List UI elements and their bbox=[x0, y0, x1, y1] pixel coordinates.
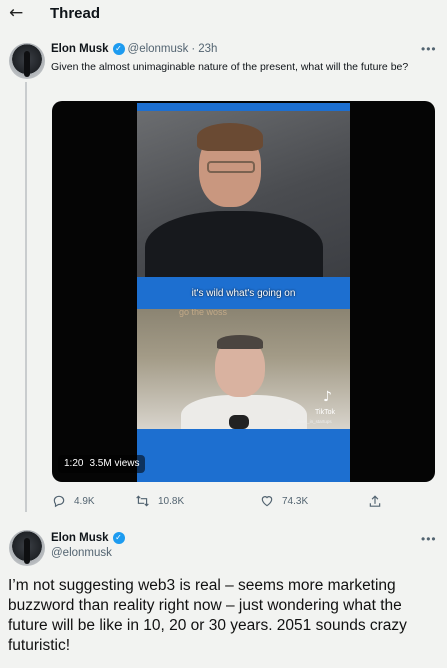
tweet-text: I’m not suggesting web3 is real – seems … bbox=[8, 577, 407, 654]
tiktok-label: TikTok bbox=[315, 409, 335, 416]
retweet-icon bbox=[136, 495, 149, 507]
tweet-time[interactable]: 23h bbox=[198, 42, 217, 56]
video-caption: it's wild what's going on bbox=[191, 287, 296, 299]
video-views: 3.5M views bbox=[89, 458, 140, 469]
reply-icon bbox=[53, 495, 65, 508]
author-handle-row: @elonmusk bbox=[51, 546, 112, 560]
person-top-body bbox=[145, 211, 323, 277]
verified-badge-icon: ✓ bbox=[112, 532, 125, 544]
share-button[interactable] bbox=[368, 494, 390, 509]
person-top-hair bbox=[197, 123, 263, 151]
person-top-glasses bbox=[207, 161, 255, 173]
faded-caption: go the woss bbox=[179, 309, 228, 317]
page-title: Thread bbox=[50, 5, 101, 22]
like-icon bbox=[261, 496, 273, 507]
avatar[interactable] bbox=[9, 530, 45, 566]
more-options-icon[interactable]: ••• bbox=[421, 43, 437, 55]
tweet-author-row: Elon Musk ✓ @elonmusk · 23h bbox=[51, 42, 217, 56]
video-duration-views: 1:20 3.5M views bbox=[58, 455, 146, 473]
reply-button[interactable]: 4.9K bbox=[52, 494, 95, 508]
thread-header: ← Thread bbox=[0, 0, 447, 30]
retweet-button[interactable]: 10.8K bbox=[135, 494, 184, 508]
video-bottom-scene: go the woss ♪ TikTok @__week_in_startups bbox=[137, 309, 350, 429]
back-arrow-icon[interactable]: ← bbox=[9, 3, 23, 23]
author-handle[interactable]: @elonmusk bbox=[51, 546, 112, 560]
share-icon bbox=[369, 495, 381, 507]
author-name[interactable]: Elon Musk bbox=[51, 531, 109, 545]
video-top-scene bbox=[137, 111, 350, 277]
tweet-action-bar: 4.9K 10.8K 74.3K bbox=[50, 494, 440, 512]
video-player[interactable]: it's wild what's going on go the woss ♪ … bbox=[52, 101, 435, 482]
like-button[interactable]: 74.3K bbox=[260, 494, 308, 508]
like-count: 74.3K bbox=[282, 495, 309, 507]
tiktok-logo-icon: ♪ bbox=[323, 389, 332, 405]
separator: · bbox=[191, 43, 196, 55]
more-options-icon[interactable]: ••• bbox=[421, 533, 437, 545]
video-duration: 1:20 bbox=[64, 458, 84, 469]
tweet-author-row: Elon Musk ✓ bbox=[51, 531, 128, 545]
tiktok-handle: @__week_in_startups bbox=[287, 419, 332, 424]
microphone bbox=[229, 415, 249, 429]
reply-count: 4.9K bbox=[74, 495, 95, 507]
person-bottom-hair bbox=[217, 335, 263, 349]
author-handle[interactable]: @elonmusk bbox=[128, 42, 189, 56]
avatar[interactable] bbox=[9, 43, 45, 79]
verified-badge-icon: ✓ bbox=[112, 43, 125, 55]
tweet-text: Given the almost unimaginable nature of … bbox=[51, 61, 409, 73]
author-name[interactable]: Elon Musk bbox=[51, 42, 109, 56]
retweet-count: 10.8K bbox=[158, 495, 185, 507]
thread-connector-line bbox=[25, 82, 27, 512]
video-frame[interactable]: it's wild what's going on go the woss ♪ … bbox=[137, 103, 350, 482]
